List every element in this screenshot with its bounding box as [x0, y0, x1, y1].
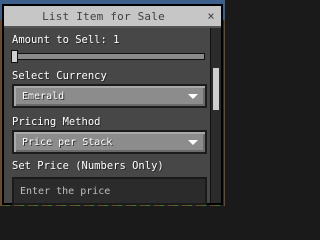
currency-selected-value: Emerald: [22, 91, 65, 102]
chevron-down-icon: [188, 94, 198, 99]
chevron-down-icon: [188, 140, 198, 145]
currency-label: Select Currency: [12, 70, 107, 82]
price-input-placeholder: Enter the price: [20, 186, 111, 197]
currency-dropdown[interactable]: Emerald: [12, 84, 207, 108]
price-input[interactable]: Enter the price: [12, 177, 207, 205]
close-icon[interactable]: ×: [204, 9, 218, 23]
pricing-label: Pricing Method: [12, 116, 101, 128]
amount-slider[interactable]: [11, 50, 205, 63]
dialog-title: List Item for Sale: [42, 10, 165, 23]
scrollbar-thumb[interactable]: [213, 68, 219, 110]
pricing-selected-value: Price per Stack: [22, 137, 113, 148]
dialog-content: Amount to Sell: 1 Select Currency Emeral…: [4, 28, 211, 205]
amount-slider-handle[interactable]: [11, 50, 18, 63]
list-item-dialog: List Item for Sale × Amount to Sell: 1 S…: [2, 4, 223, 205]
dialog-titlebar: List Item for Sale ×: [4, 6, 221, 28]
amount-label: Amount to Sell: 1: [12, 34, 120, 46]
dialog-scrollbar[interactable]: [210, 28, 221, 203]
price-label: Set Price (Numbers Only): [12, 160, 164, 172]
pricing-dropdown[interactable]: Price per Stack: [12, 130, 207, 154]
